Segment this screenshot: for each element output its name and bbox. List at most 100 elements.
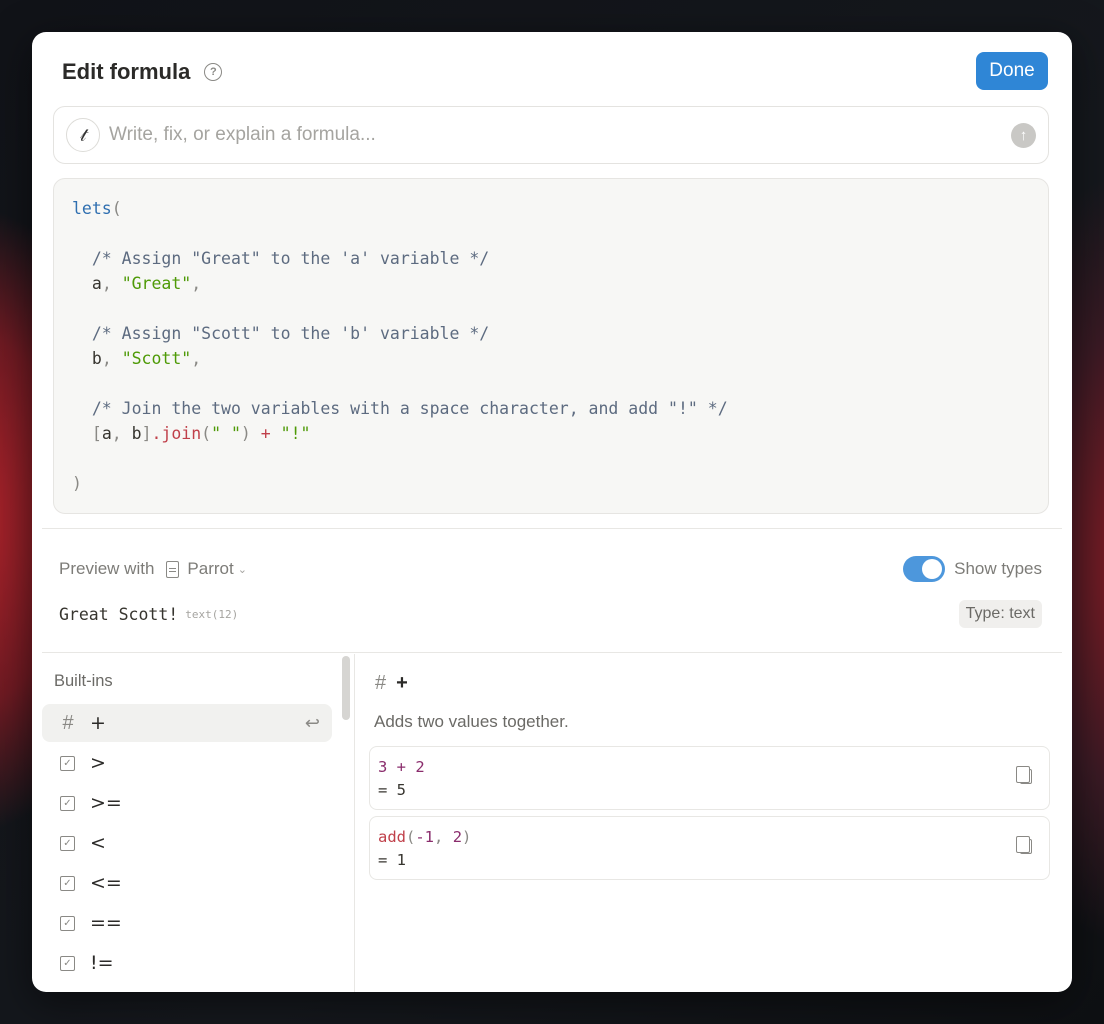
code-line: /* Assign "Great" to the 'a' variable */	[72, 246, 1030, 271]
code-token: (	[201, 424, 212, 443]
code-token: b	[72, 349, 102, 368]
checkbox-icon: ✓	[60, 835, 75, 851]
sidebar-scrollbar[interactable]	[342, 656, 350, 720]
hash-icon: #	[375, 672, 387, 694]
example-token: add	[378, 828, 406, 846]
example-block: 3 + 2 = 5	[369, 746, 1050, 810]
code-token: ,	[111, 424, 132, 443]
hash-icon: #	[62, 711, 74, 734]
copy-icon[interactable]	[1016, 766, 1032, 784]
chevron-down-icon[interactable]: ⌄	[238, 563, 247, 576]
code-token: )	[72, 474, 82, 493]
code-line: lets(	[72, 196, 1030, 221]
code-token: a	[72, 274, 102, 293]
checkbox-icon: ✓	[60, 875, 75, 891]
code-token: /* Assign "Scott" to the 'b' variable */	[72, 324, 490, 343]
example-token: )	[462, 828, 472, 846]
ai-assistant-icon: 𝓉	[66, 118, 100, 152]
code-token: )	[240, 424, 261, 443]
code-token: a	[101, 424, 112, 443]
builtin-item-label: <=	[90, 872, 122, 894]
builtins-sidebar: Built-ins # + ↩ ✓ > ✓ >= ✓ < ✓ <= ✓ == ✓ !=	[42, 654, 354, 992]
checkbox-icon: ✓	[60, 795, 75, 811]
builtin-item-label: !=	[90, 952, 114, 974]
code-token: /* Join the two variables with a space c…	[72, 399, 728, 418]
code-token: ,	[191, 274, 202, 293]
checkbox-icon: ✓	[60, 755, 75, 771]
function-name: +	[396, 672, 408, 694]
example-token: 2	[452, 828, 463, 846]
function-detail-panel: # + Adds two values together. 3 + 2 = 5 ad…	[355, 654, 1062, 992]
example-result: = 5	[378, 781, 406, 799]
builtin-item[interactable]: # + ↩	[42, 704, 332, 742]
code-line: [a, b].join(" ") + "!"	[72, 421, 1030, 446]
example-token: -1	[415, 828, 435, 846]
preview-row: Preview with Parrot ⌄ Show types	[59, 556, 1042, 582]
send-arrow-icon[interactable]: ↑	[1011, 122, 1036, 148]
ai-prompt-input[interactable]	[109, 124, 1011, 146]
example-code: add(-1, 2)	[378, 826, 1041, 849]
preview-page-selector[interactable]: Parrot	[187, 559, 233, 579]
example-code: 3 + 2	[378, 756, 1041, 779]
code-line: a, "Great",	[72, 271, 1030, 296]
code-token: /* Assign "Great" to the 'a' variable */	[72, 249, 490, 268]
builtin-item-label: <	[90, 832, 106, 854]
page-doc-icon	[166, 560, 180, 578]
section-divider	[42, 528, 1062, 529]
builtin-item[interactable]: ✓ >=	[42, 784, 332, 822]
builtin-item-label: >	[90, 752, 106, 774]
section-divider	[42, 652, 1062, 653]
code-token: ,	[101, 274, 122, 293]
code-token: +	[260, 424, 271, 443]
result-type: text(12)	[185, 607, 239, 621]
code-token: [	[72, 424, 102, 443]
done-button[interactable]: Done	[976, 52, 1048, 90]
show-types-control: Show types	[903, 556, 1042, 582]
code-token: b	[131, 424, 142, 443]
code-token: " "	[211, 424, 241, 443]
example-token: +	[387, 758, 416, 776]
checkbox-icon: ✓	[60, 915, 75, 931]
code-line: b, "Scott",	[72, 346, 1030, 371]
copy-icon[interactable]	[1016, 836, 1032, 854]
code-token: "Scott"	[121, 349, 192, 368]
result-value: Great Scott!	[59, 604, 179, 624]
sidebar-title: Built-ins	[54, 672, 113, 690]
checkbox-icon: ✓	[60, 955, 75, 971]
code-line: )	[72, 471, 1030, 496]
function-description: Adds two values together.	[374, 712, 569, 731]
builtin-item[interactable]: ✓ ==	[42, 904, 332, 942]
example-token: ,	[434, 828, 453, 846]
code-token: ,	[191, 349, 202, 368]
code-token: "!"	[280, 424, 311, 443]
builtin-item-label: +	[90, 712, 106, 734]
help-icon[interactable]: ?	[204, 63, 223, 81]
enter-key-icon: ↩	[304, 712, 320, 733]
code-token: lets	[72, 199, 112, 218]
preview-result: Great Scott! text(12) Type: text	[59, 600, 1042, 628]
builtin-item[interactable]: ✓ !=	[42, 944, 332, 982]
code-token: ,	[101, 349, 122, 368]
code-token: .join	[151, 424, 202, 443]
function-heading: # +	[375, 672, 408, 695]
builtin-item[interactable]: ✓ >	[42, 744, 332, 782]
builtin-item[interactable]: ✓ <	[42, 824, 332, 862]
code-token: "Great"	[121, 274, 192, 293]
example-token: 2	[415, 758, 425, 776]
example-block: add(-1, 2) = 1	[369, 816, 1050, 880]
code-token: (	[111, 199, 122, 218]
code-line: /* Join the two variables with a space c…	[72, 396, 1030, 421]
code-token: ]	[141, 424, 152, 443]
show-types-toggle[interactable]	[903, 556, 946, 582]
dialog-header: Edit formula ?	[62, 56, 223, 88]
edit-formula-dialog: Edit formula ? Done 𝓉 ↑ lets( /* Assign …	[32, 32, 1072, 992]
dialog-title: Edit formula	[62, 59, 191, 84]
formula-editor[interactable]: lets( /* Assign "Great" to the 'a' varia…	[53, 178, 1049, 514]
example-result: = 1	[378, 851, 406, 869]
builtin-item[interactable]: ✓ <=	[42, 864, 332, 902]
builtin-item-label: ==	[90, 912, 122, 934]
